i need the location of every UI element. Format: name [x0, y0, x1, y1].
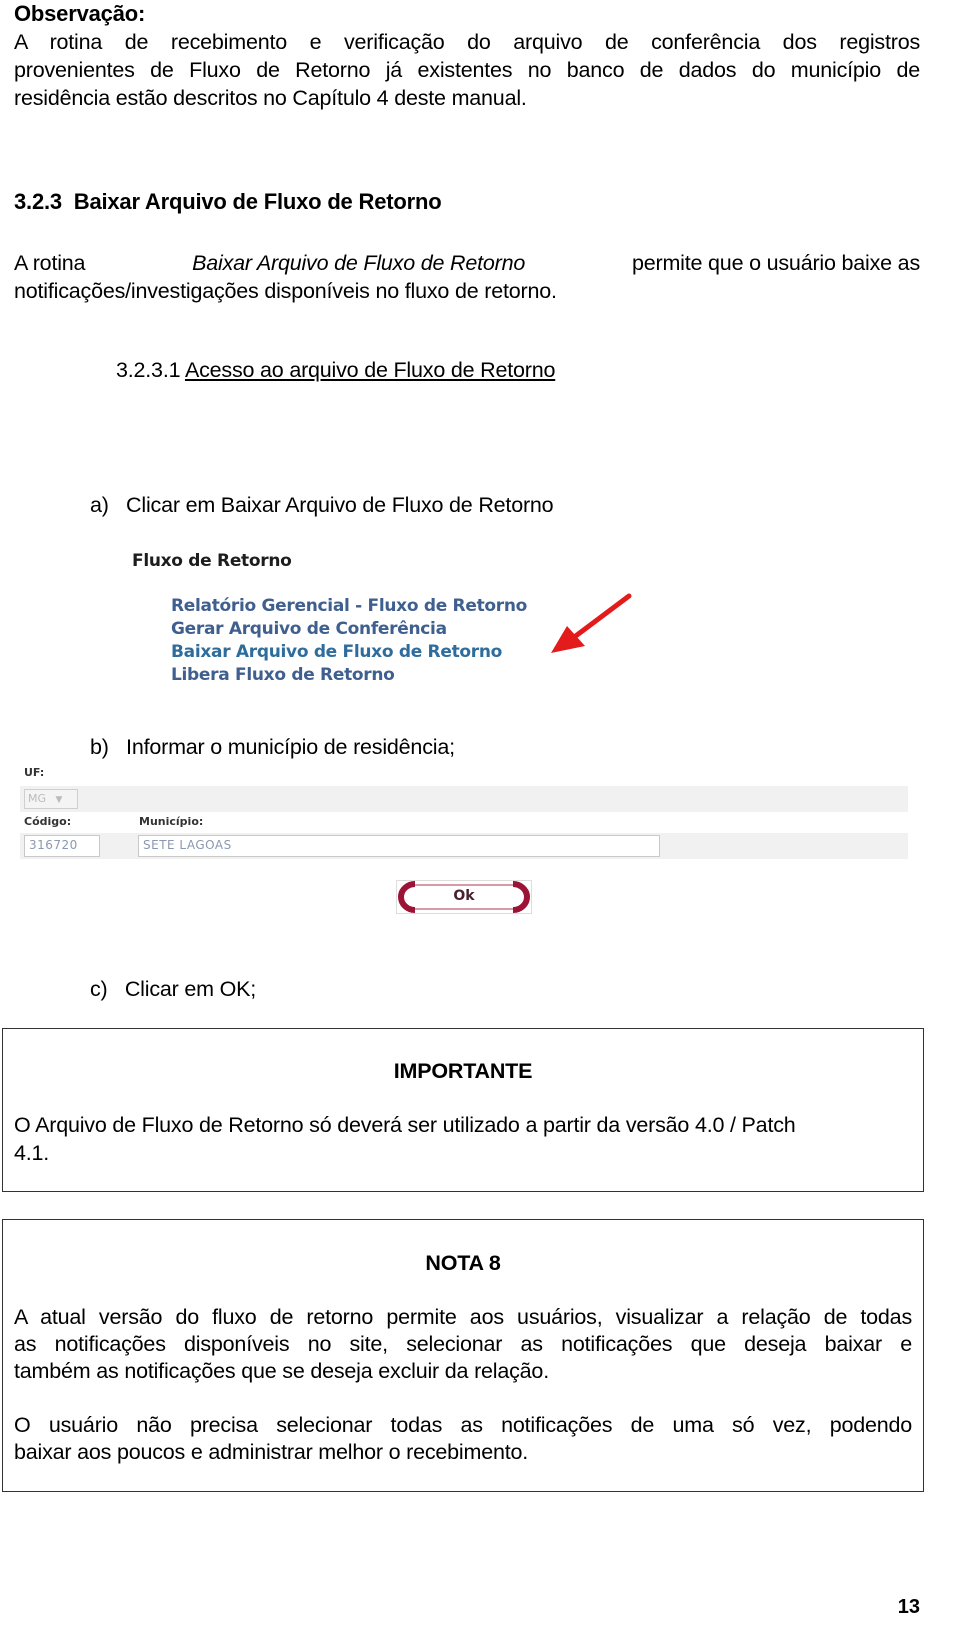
observation-line-1: A rotina de recebimento e verificação do…: [14, 30, 920, 54]
subsection-number: 3.2.3.1: [116, 358, 181, 382]
step-b: b) Informar o município de residência;: [90, 733, 455, 761]
step-marker: a): [90, 493, 109, 517]
municipio-input[interactable]: SETE LAGOAS: [138, 835, 660, 857]
observation-line-3: residência estão descritos no Capítulo 4…: [14, 86, 527, 110]
menu-item-gerar-arquivo-conferencia[interactable]: Gerar Arquivo de Conferência: [171, 618, 447, 641]
step-text: Clicar em Baixar Arquivo de Fluxo de Ret…: [126, 493, 554, 517]
important-text-line-1: O Arquivo de Fluxo de Retorno só deverá …: [14, 1113, 796, 1137]
chevron-down-icon: ▼: [55, 795, 63, 805]
observation-line-2: provenientes de Fluxo de Retorno já exis…: [14, 58, 920, 82]
step-text: Informar o município de residência;: [126, 735, 455, 759]
intro-prefix: A rotina: [14, 251, 86, 275]
note-para2-line-2: baixar aos poucos e administrar melhor o…: [14, 1440, 529, 1464]
uf-select[interactable]: MG ▼: [24, 789, 78, 809]
section-intro-line-2: notificações/investigações disponíveis n…: [14, 279, 557, 303]
section-intro-line-1: A rotina Baixar Arquivo de Fluxo de Reto…: [14, 249, 920, 277]
uf-row-band: [20, 786, 908, 812]
note-para2-line-1: O usuário não precisa selecionar todas a…: [14, 1413, 912, 1437]
important-title: IMPORTANTE: [393, 1059, 533, 1083]
section-heading: 3.2.3 Baixar Arquivo de Fluxo de Retorno: [14, 188, 442, 216]
page-number: 13: [897, 1596, 920, 1618]
important-text-line-2: 4.1.: [14, 1141, 50, 1165]
note-box: NOTA 8 A atual versão do fluxo de retorn…: [2, 1219, 924, 1492]
step-c: c) Clicar em OK;: [90, 975, 256, 1003]
step-text: Clicar em OK;: [124, 977, 257, 1001]
codigo-label: Código:: [24, 815, 72, 828]
menu-item-libera-fluxo-retorno[interactable]: Libera Fluxo de Retorno: [171, 664, 395, 687]
section-title: Baixar Arquivo de Fluxo de Retorno: [73, 189, 442, 214]
ok-button[interactable]: Ok: [396, 880, 532, 914]
ok-button-label: Ok: [453, 888, 475, 904]
step-marker: c): [90, 977, 108, 1001]
menu-item-baixar-arquivo-fluxo-retorno[interactable]: Baixar Arquivo de Fluxo de Retorno: [171, 641, 502, 664]
menu-heading: Fluxo de Retorno: [132, 551, 292, 571]
subsection-heading: 3.2.3.1 Acesso ao arquivo de Fluxo de Re…: [116, 356, 555, 384]
step-a: a) Clicar em Baixar Arquivo de Fluxo de …: [90, 491, 554, 519]
menu-item-relatorio-gerencial[interactable]: Relatório Gerencial - Fluxo de Retorno: [171, 595, 527, 618]
uf-label: UF:: [24, 766, 45, 779]
municipio-label: Município:: [139, 815, 204, 828]
step-marker: b): [90, 735, 109, 759]
codigo-input[interactable]: 316720: [24, 835, 100, 857]
uf-value: MG: [28, 792, 47, 805]
note-para1-line-2: as notificações disponíveis no site, sel…: [14, 1332, 912, 1356]
important-box: IMPORTANTE O Arquivo de Fluxo de Retorno…: [2, 1028, 924, 1192]
red-arrow-icon: [551, 593, 632, 653]
section-number: 3.2.3: [14, 189, 62, 214]
note-para1-line-3: também as notificações que se deseja exc…: [14, 1359, 549, 1383]
note-title: NOTA 8: [425, 1251, 501, 1275]
observation-title: Observação:: [14, 1, 146, 26]
note-para1-line-1: A atual versão do fluxo de retorno permi…: [14, 1305, 912, 1329]
intro-italic-routine: Baixar Arquivo de Fluxo de Retorno: [192, 251, 526, 275]
subsection-title: Acesso ao arquivo de Fluxo de Retorno: [184, 358, 556, 382]
intro-suffix: permite que o usuário baixe as: [631, 251, 920, 275]
